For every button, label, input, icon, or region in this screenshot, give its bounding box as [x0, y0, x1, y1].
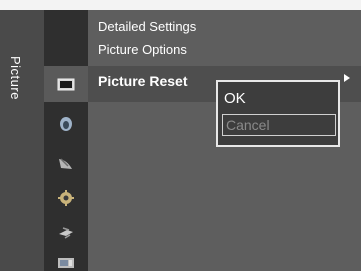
ok-option[interactable]: OK — [224, 90, 246, 107]
application-icon[interactable] — [57, 256, 75, 270]
setup-icon[interactable] — [57, 190, 75, 206]
menu-item-picture-options[interactable]: Picture Options — [98, 42, 187, 57]
input-icon[interactable] — [57, 225, 75, 241]
menu-item-picture-reset[interactable]: Picture Reset — [98, 73, 187, 89]
chevron-right-icon — [344, 74, 350, 82]
sound-icon[interactable] — [57, 116, 75, 132]
category-label: Picture — [8, 56, 23, 100]
cancel-option[interactable]: Cancel — [222, 114, 336, 136]
tv-menu-screen: Picture Detailed Settings Picture Option… — [0, 0, 361, 271]
top-strip — [0, 0, 361, 10]
reset-confirm-popup: OK Cancel — [216, 80, 340, 147]
menu-item-detailed-settings[interactable]: Detailed Settings — [98, 19, 196, 34]
category-bar: Picture — [0, 10, 44, 271]
menu-panel: Picture Detailed Settings Picture Option… — [0, 10, 361, 271]
icon-column — [44, 10, 88, 271]
channel-icon[interactable] — [57, 156, 75, 172]
picture-icon[interactable] — [57, 78, 75, 92]
